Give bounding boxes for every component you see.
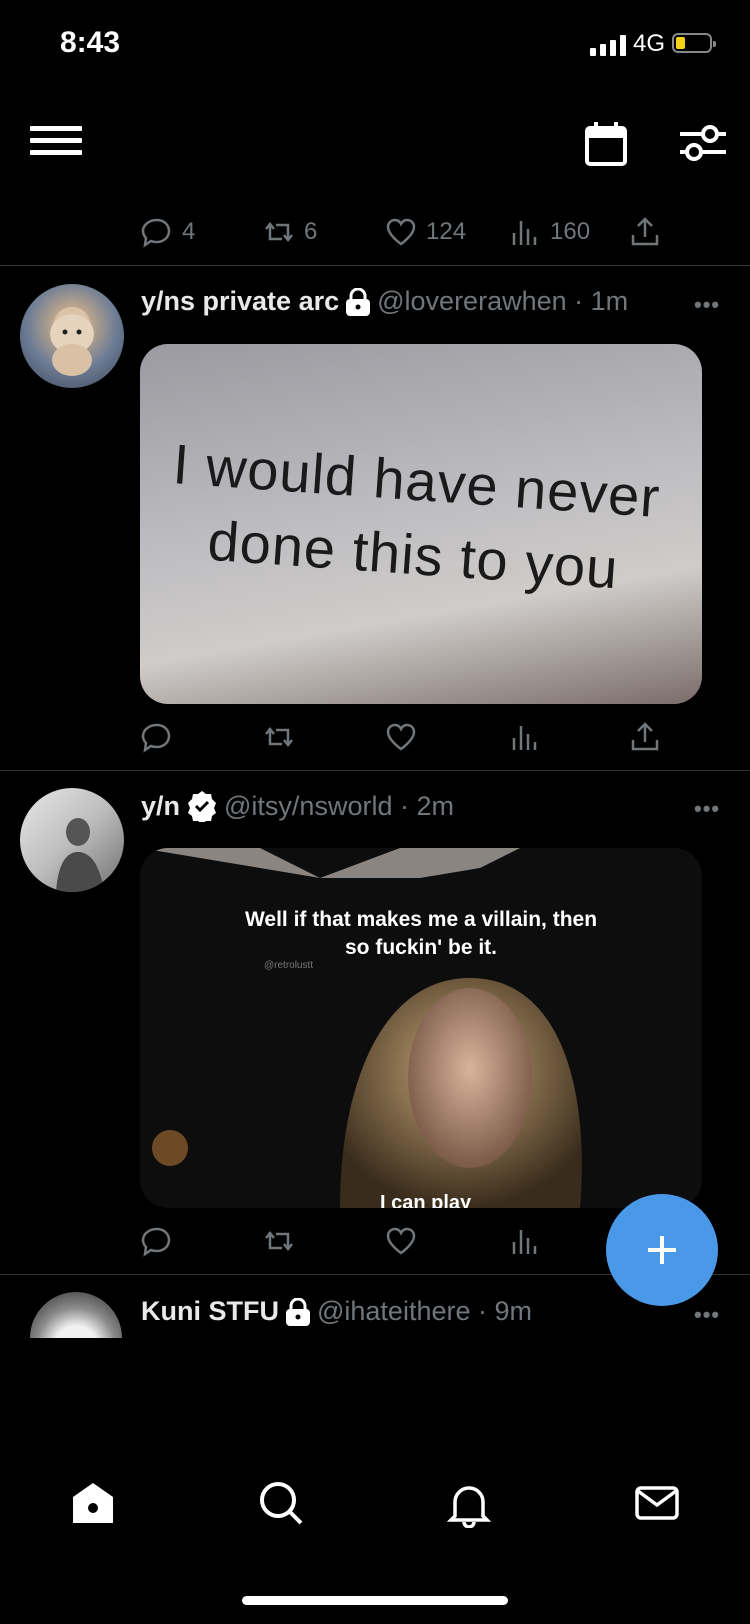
handle-time: @itsy/nsworld · 2m xyxy=(224,790,454,821)
tweet-video-thumbnail[interactable]: Well if that makes me a villain, then so… xyxy=(140,848,702,1208)
caption-line1: Well if that makes me a villain, then xyxy=(244,908,598,931)
share-icon[interactable] xyxy=(628,720,662,754)
more-options-button[interactable]: ••• xyxy=(694,292,720,318)
handle-time: @lovererawhen · 1m xyxy=(377,286,629,316)
more-options-button[interactable]: ••• xyxy=(694,796,720,822)
reply-icon xyxy=(141,218,171,248)
handle-time: @ihateithere · 9m xyxy=(316,1296,532,1326)
heart-icon[interactable] xyxy=(384,1224,418,1258)
heart-icon[interactable] xyxy=(384,720,418,754)
reply-icon[interactable] xyxy=(140,720,174,754)
reply-button[interactable]: 4 xyxy=(140,215,195,249)
tweet-image[interactable]: I would have never done this to you xyxy=(140,344,702,704)
network-type: 4G xyxy=(633,30,666,57)
subtitle-text: I can play xyxy=(380,1192,472,1208)
tweet-header: y/n @itsy/nsworld · 2m xyxy=(141,790,454,822)
home-indicator xyxy=(242,1596,508,1605)
views-button[interactable]: 160 xyxy=(508,215,590,249)
movie-still-image xyxy=(140,848,582,1208)
home-icon[interactable] xyxy=(68,1478,118,1528)
mail-icon[interactable] xyxy=(632,1478,682,1528)
retweet-icon xyxy=(265,221,293,243)
tweet-header: Kuni STFU @ihateithere · 9m xyxy=(141,1296,532,1327)
more-options-button[interactable]: ••• xyxy=(694,1302,720,1328)
bell-icon[interactable] xyxy=(444,1478,494,1528)
signal-icon xyxy=(590,34,626,56)
retweet-icon[interactable] xyxy=(262,1224,296,1258)
share-icon[interactable] xyxy=(628,215,662,249)
lock-icon xyxy=(346,287,371,316)
reply-count: 4 xyxy=(182,218,196,245)
heart-icon xyxy=(386,218,416,246)
retweet-button[interactable]: 6 xyxy=(262,215,317,249)
verified-badge-icon xyxy=(188,791,217,822)
cat-avatar-image xyxy=(50,314,94,376)
silhouette-avatar-image xyxy=(56,818,104,892)
status-time: 8:43 xyxy=(60,26,121,59)
display-name[interactable]: y/n xyxy=(141,791,180,822)
display-name[interactable]: y/ns private arc xyxy=(141,286,339,317)
lock-icon xyxy=(285,1297,310,1326)
like-button[interactable]: 124 xyxy=(384,215,466,249)
like-count: 124 xyxy=(426,218,467,245)
caption-line2: so fuckin' be it. xyxy=(344,936,497,959)
retweet-count: 6 xyxy=(304,218,318,245)
display-name[interactable]: Kuni STFU xyxy=(141,1296,279,1327)
battery-icon xyxy=(672,33,716,53)
reply-icon[interactable] xyxy=(140,1224,174,1258)
search-icon[interactable] xyxy=(256,1478,306,1528)
divider xyxy=(0,265,750,266)
divider xyxy=(0,770,750,771)
hamburger-menu-icon[interactable] xyxy=(30,126,82,162)
avatar[interactable] xyxy=(20,788,124,892)
views-icon xyxy=(512,221,537,245)
watermark: @retrolustt xyxy=(264,960,314,971)
retweet-icon[interactable] xyxy=(262,720,296,754)
sliders-icon[interactable] xyxy=(678,122,726,164)
view-count: 160 xyxy=(550,218,591,245)
views-icon[interactable] xyxy=(508,1224,542,1258)
calendar-icon[interactable] xyxy=(585,122,627,166)
tweet-header: y/ns private arc @lovererawhen · 1m xyxy=(141,286,628,317)
compose-plus-icon[interactable] xyxy=(606,1194,718,1306)
avatar[interactable] xyxy=(20,284,124,388)
views-icon[interactable] xyxy=(508,720,542,754)
